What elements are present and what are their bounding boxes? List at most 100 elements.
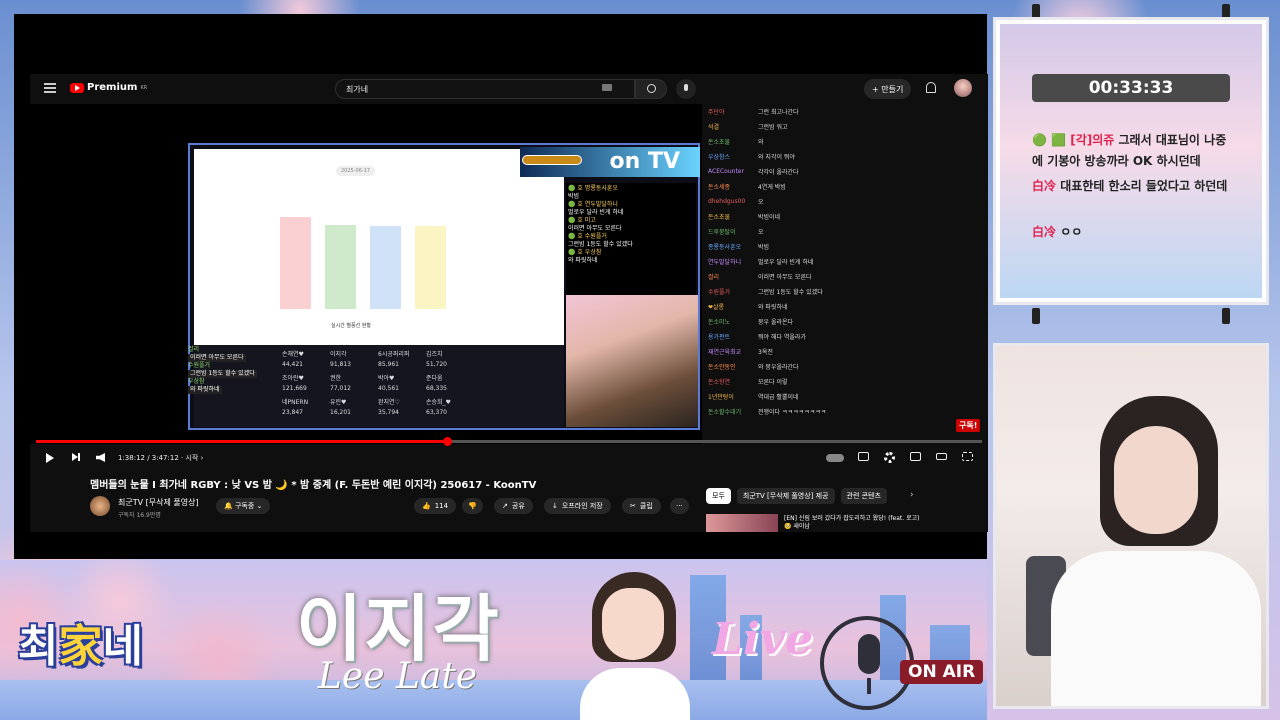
microphone-icon[interactable]	[676, 79, 696, 99]
create-button[interactable]: + 만들기	[864, 79, 912, 99]
chat-replay-row: 돈소초물 와	[708, 134, 834, 149]
subscribed-button[interactable]: 🔔 구독중 ⌄	[216, 498, 271, 514]
chat-replay-author[interactable]: 돈소초물	[708, 212, 752, 221]
inner-progress-pill	[522, 155, 582, 165]
channel-name[interactable]: 최군TV [무삭제 풀영상]	[118, 497, 199, 508]
chat-replay-text: 전쟁이다 ㅋㅋㅋㅋㅋㅋㅋㅋ	[758, 409, 827, 416]
subscribe-badge: 구독!	[956, 419, 981, 432]
chat-replay-author[interactable]: 석결	[708, 122, 752, 131]
inner-table-cell: 손승희_♥	[426, 399, 451, 406]
chat-replay-text: 뭐야 해다 역올라가	[758, 334, 806, 341]
youtube-brand-region: KR	[140, 84, 148, 91]
side-video-title[interactable]: [EN] 신림 보러 갔다가 잡도리하고 왔당! (feat. 로고) 🥺 새이…	[784, 515, 924, 531]
volume-icon[interactable]	[96, 453, 105, 462]
hamburger-menu-icon[interactable]	[44, 83, 56, 93]
offline-save-button[interactable]: ↓ 오프라인 저장	[544, 498, 611, 514]
youtube-topbar: Premium KR 최가네 + 만들기	[30, 74, 988, 104]
settings-gear-icon[interactable]	[884, 452, 895, 463]
share-button[interactable]: ↗ 공유	[494, 498, 533, 514]
chat-replay-row: 연두발달하니 벌로우 달라 빈게 하네	[708, 254, 834, 269]
chat-replay-row: 1년만탕이 역대급 활뿔이네	[708, 389, 834, 404]
more-actions-button[interactable]: ···	[670, 498, 689, 514]
play-icon[interactable]	[46, 453, 54, 463]
chat-replay-author[interactable]: 컬리	[708, 272, 752, 281]
subtitles-icon[interactable]	[858, 452, 869, 461]
clip-label: 클립	[639, 502, 653, 510]
chat-replay-author[interactable]: 돈소미노	[708, 317, 752, 326]
chat-replay-author[interactable]: 수원플거	[708, 287, 752, 296]
search-button[interactable]	[635, 79, 667, 99]
chat-author: 白冷	[1032, 179, 1057, 193]
inner-table-cell: 77,012	[330, 385, 351, 392]
youtube-play-icon	[70, 82, 84, 93]
side-filter-tab[interactable]: 모두	[706, 488, 731, 504]
next-video-icon[interactable]	[72, 453, 80, 461]
overlay-chat-text: 와 파릿하네	[188, 386, 222, 394]
inner-table-cell: 준다움	[426, 375, 443, 382]
chat-replay-text: 오	[758, 229, 764, 236]
logo-part: 家	[58, 621, 103, 672]
chat-replay-row: 종룡동사훈오 박빔	[708, 239, 834, 254]
side-tabs-next-icon[interactable]: ›	[910, 490, 914, 500]
inner-chat-text: 그런빔 1등도 할수 있겠다	[568, 241, 633, 248]
live-chat-replay: 주단야 그런 최고나간다 석결 그런빔 워고 돈소초물 와 우상참스 와 지각이 뭐야 ACEC…	[702, 104, 840, 444]
chat-replay-author[interactable]: 종룡동사훈오	[708, 242, 752, 251]
chat-replay-row: 주단야 그런 최고나간다	[708, 104, 834, 119]
offline-save-label: 오프라인 저장	[561, 502, 603, 510]
video-progress-handle[interactable]	[442, 437, 452, 446]
inner-chart-caption: 실시간 별풍선 현황	[331, 323, 371, 329]
chat-replay-author[interactable]: ACECounter	[708, 168, 752, 175]
overlay-chat-author: 수원플거	[188, 362, 211, 369]
youtube-window: Premium KR 최가네 + 만들기 2025-06-17 실시간 별풍선 …	[30, 74, 988, 532]
notification-bell-icon[interactable]	[926, 82, 936, 93]
chat-replay-author[interactable]: 1년만탕이	[708, 392, 752, 401]
inner-table-cell: 박아♥	[378, 375, 395, 382]
inner-table-cell: 김즈치	[426, 351, 443, 358]
choigane-logo: 최家네	[18, 610, 143, 674]
stream-banner: 최家네 이지각 Lee Late Live ON AIR	[0, 560, 987, 720]
chat-replay-author[interactable]: 주단야	[708, 107, 752, 116]
inner-table-cell: 85,961	[378, 361, 399, 368]
chat-replay-row: 돈소세종 4연게 박빔	[708, 179, 834, 194]
autoplay-toggle[interactable]	[826, 454, 844, 462]
inner-bar-chart: 2025-06-17 실시간 별풍선 현황	[194, 149, 564, 345]
fullscreen-icon[interactable]	[962, 452, 973, 461]
chat-replay-author[interactable]: 용가펀트	[708, 332, 752, 341]
chat-author: 白冷	[1032, 225, 1057, 239]
chat-replay-author[interactable]: ❤살롱	[708, 302, 752, 311]
chat-replay-author[interactable]: dhehdgus00	[708, 198, 752, 205]
inner-chat-text: 벌로우 달라 빈게 하네	[568, 209, 624, 216]
side-filter-tab[interactable]: 관련 콘텐츠	[840, 488, 887, 504]
inner-table-cell: 권한	[330, 375, 342, 382]
youtube-logo[interactable]: Premium KR	[70, 82, 147, 93]
video-player[interactable]: 2025-06-17 실시간 별풍선 현황 손채연♥ 이지각 6시공퍼리퍼 김즈치 44…	[30, 104, 702, 444]
search-input[interactable]: 최가네	[335, 79, 635, 99]
channel-avatar[interactable]	[90, 496, 110, 516]
chat-replay-author[interactable]: 연두발달하니	[708, 257, 752, 266]
chat-replay-row: 드루붕탈이 오	[708, 224, 834, 239]
side-filter-tab[interactable]: 최군TV [무삭제 풀영상] 제공	[736, 488, 835, 504]
chat-replay-author[interactable]: 우상참스	[708, 152, 752, 161]
chat-replay-author[interactable]: 돈소안동인	[708, 362, 752, 371]
chat-replay-text: 이러면 아무도 모른다	[758, 274, 812, 281]
side-video-thumbnail[interactable]	[706, 514, 778, 532]
user-avatar[interactable]	[954, 79, 972, 97]
chat-replay-author[interactable]: 돈소향연	[708, 377, 752, 386]
video-progress-fill	[36, 440, 447, 443]
player-controls: 1:38:12 / 3:47:12 · 시작 ›	[30, 446, 988, 470]
chat-replay-author[interactable]: 돈소할수대기	[708, 407, 752, 416]
clip-button[interactable]: ✂ 클립	[622, 498, 661, 514]
video-progress-bar[interactable]	[36, 437, 982, 446]
chat-replay-author[interactable]: 돈소초물	[708, 137, 752, 146]
chat-replay-author[interactable]: 돈소세종	[708, 182, 752, 191]
theater-mode-icon[interactable]	[936, 453, 947, 460]
dislike-button[interactable]: 👎	[462, 498, 483, 514]
inner-table-cell: 68,335	[426, 385, 447, 392]
chat-replay-author[interactable]: 드루붕탈이	[708, 227, 752, 236]
like-button[interactable]: 👍 114	[414, 498, 457, 514]
logo-part: 네	[102, 621, 143, 672]
keyboard-icon[interactable]	[602, 84, 612, 91]
chat-replay-author[interactable]: 재연근육최교	[708, 347, 752, 356]
chat-replay-text: 와 파릿하네	[758, 304, 788, 311]
miniplayer-icon[interactable]	[910, 452, 921, 461]
